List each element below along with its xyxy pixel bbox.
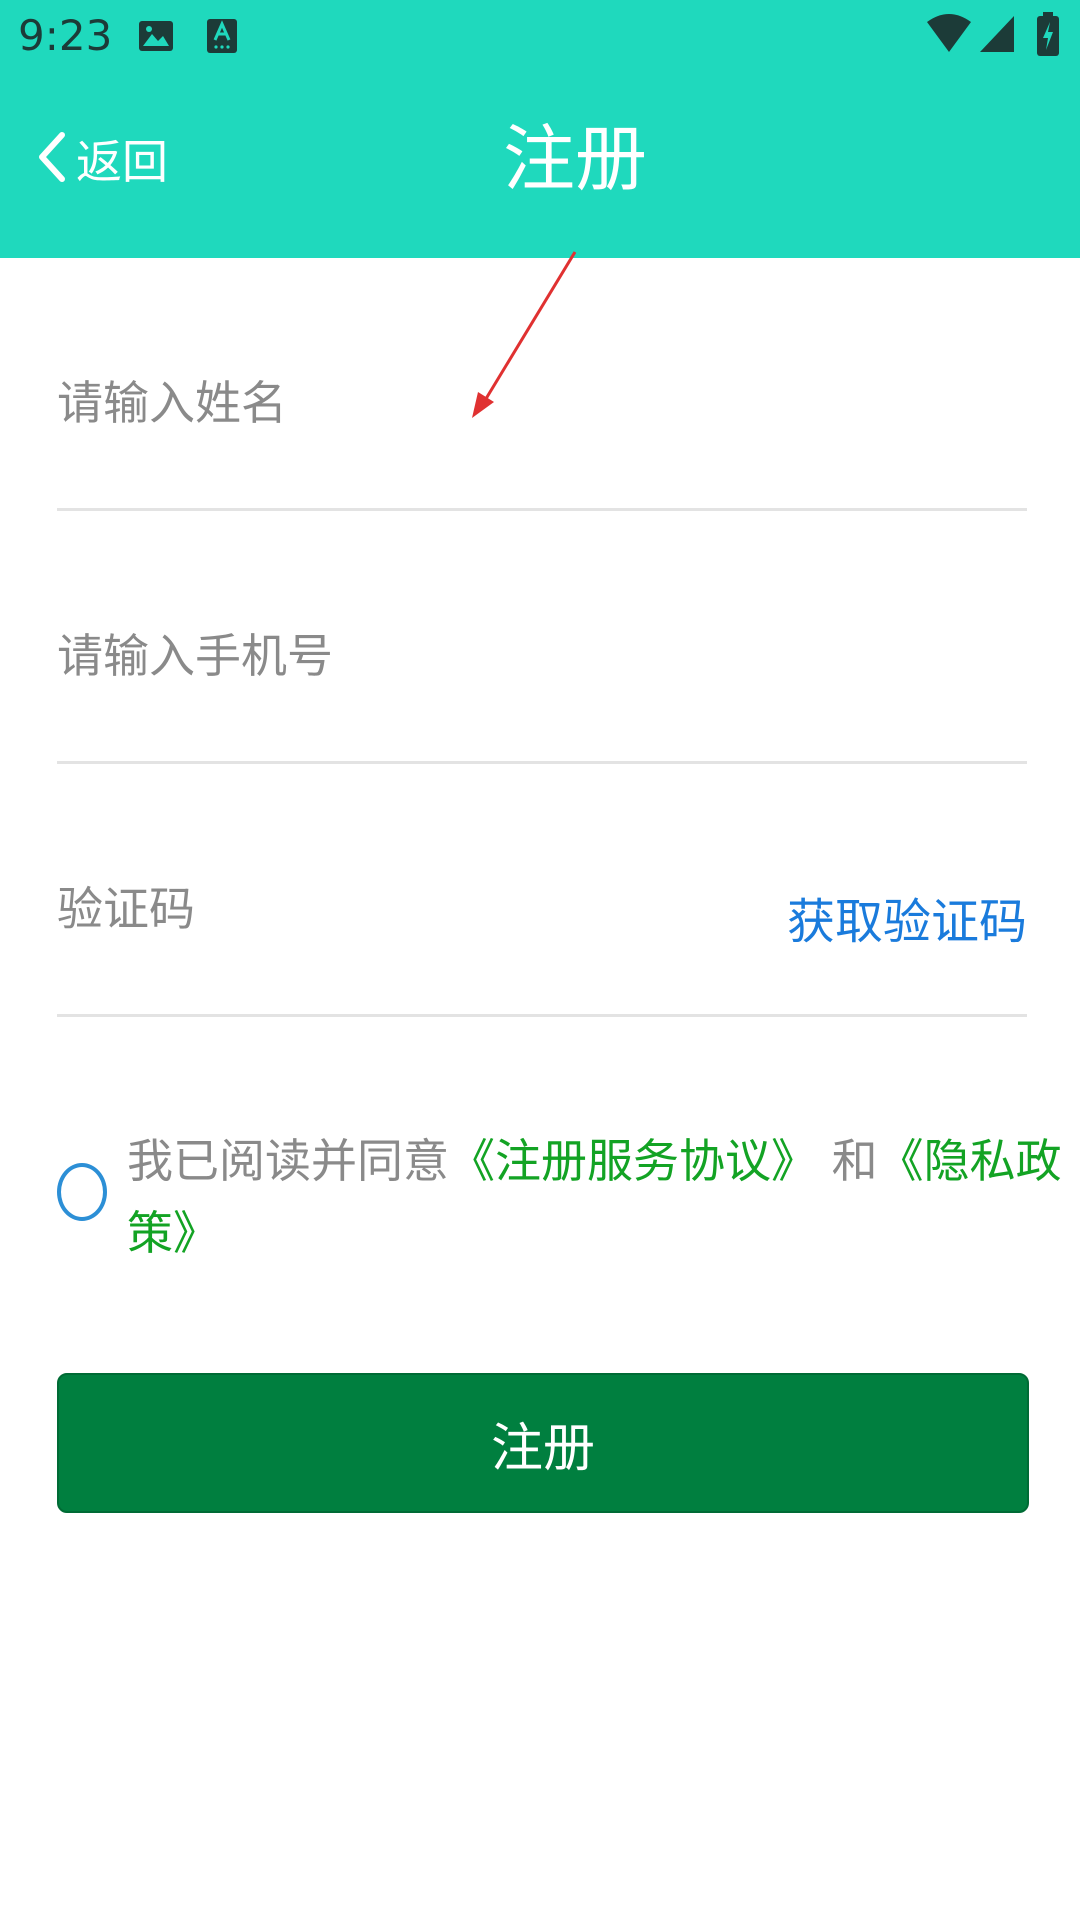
verification-code-input[interactable] [57,882,757,936]
phone-field-row [57,511,1027,764]
agree-radio[interactable] [57,1163,107,1221]
keyboard-notification-icon [202,16,242,60]
code-field-row: 获取验证码 [57,764,1027,1017]
agreement-connector: 和 [817,1134,878,1188]
nav-bar: 返回 注册 [0,100,1080,220]
name-field-row [57,258,1027,511]
status-bar: 9:23 [0,0,1080,72]
phone-input[interactable] [57,629,757,683]
service-agreement-link[interactable]: 《注册服务协议》 [449,1134,817,1188]
header: 9:23 返回 注册 [0,0,1080,258]
signal-icon [978,14,1016,58]
wifi-icon [925,14,973,58]
register-form: 获取验证码 [57,258,1027,1017]
agreement-prefix: 我已阅读并同意 [127,1134,449,1188]
status-time: 9:23 [18,11,113,60]
agreement-text: 我已阅读并同意《注册服务协议》 和《隐私政策》 [127,1125,1077,1269]
page-title: 注册 [502,117,647,201]
image-notification-icon [136,16,176,60]
register-button[interactable]: 注册 [57,1373,1029,1513]
get-code-button[interactable]: 获取验证码 [787,882,1027,952]
name-input[interactable] [57,376,757,430]
battery-icon [1036,12,1060,60]
